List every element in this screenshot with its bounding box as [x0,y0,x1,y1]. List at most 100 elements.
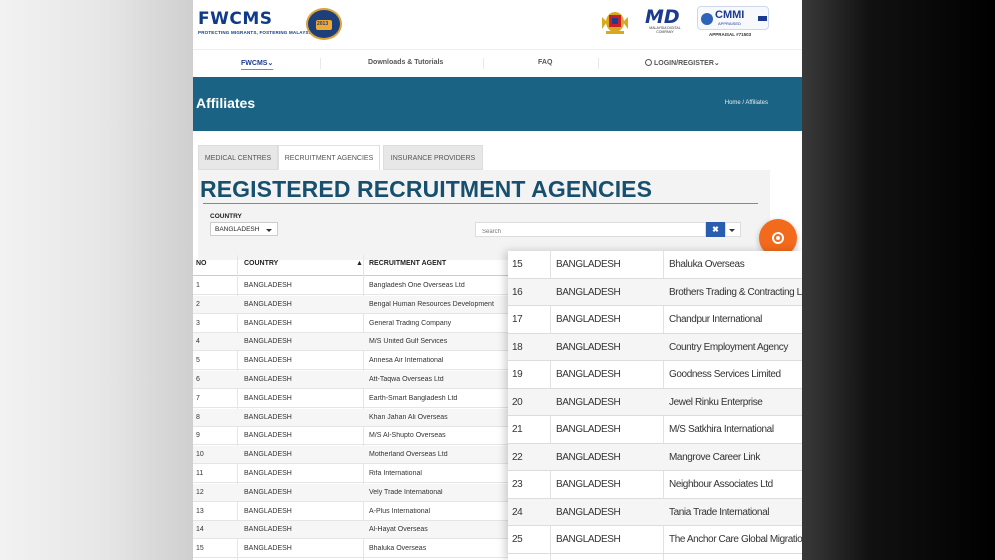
column-country[interactable]: COUNTRY [244,260,278,267]
nav-login-label: LOGIN/REGISTER [654,60,714,67]
breadcrumb[interactable]: Home / Affiliates [725,100,768,106]
headset-icon-dot [776,236,780,240]
malaysia-crest-icon [602,12,628,34]
table-row[interactable]: 17 BANGLADESH Chandpur International [508,306,802,334]
fwcms-logo[interactable]: FWCMS PROTECTING MIGRANTS, FOSTERING MAL… [198,9,314,35]
cell-agent: Mangrove Career Link [669,451,760,463]
clear-search-button[interactable]: ✖ [706,222,725,237]
zoomed-table-overlay: 15 BANGLADESH Bhaluka Overseas 16 BANGLADESH… [508,251,802,560]
sort-asc-icon[interactable]: ▲ [356,260,363,267]
badge-year: 2013 [317,21,329,27]
table-row[interactable]: 5 BANGLADESH Annesa Air International [193,352,513,371]
table-row[interactable]: 21 BANGLADESH M/S Satkhira International [508,416,802,444]
cell-country: BANGLADESH [244,545,292,553]
cell-no: 5 [196,357,200,365]
cell-agent: The Anchor Care Global Migration [669,534,802,545]
country-select[interactable]: BANGLADESH [210,222,278,236]
table-row[interactable]: 8 BANGLADESH Khan Jahan Ali Overseas [193,408,513,427]
cell-no: 9 [196,432,200,440]
table-row[interactable]: 18 BANGLADESH Country Employment Agency [508,333,802,361]
tab-insurance-providers[interactable]: INSURANCE PROVIDERS [383,145,483,170]
cell-agent: Neighbour Associates Ltd [669,479,773,490]
table-row[interactable]: 4 BANGLADESH M/S United Gulf Services [193,333,513,352]
logo-tagline: PROTECTING MIGRANTS, FOSTERING MALAYSIA [198,30,314,35]
table-row[interactable]: 15 BANGLADESH Bhaluka Overseas [508,251,802,279]
tab-medical-centres[interactable]: MEDICAL CENTRES [198,145,278,170]
table-row[interactable]: 10 BANGLADESH Motherland Overseas Ltd [193,446,513,465]
main-nav: FWCMS⌄ Downloads & Tutorials FAQ LOGIN/R… [193,49,802,77]
cell-no: 23 [512,479,523,490]
cell-country: BANGLADESH [244,432,292,440]
cell-country: BANGLADESH [556,259,621,270]
screen: FWCMS PROTECTING MIGRANTS, FOSTERING MAL… [0,0,995,560]
search-options-button[interactable] [725,222,741,237]
cell-country: BANGLADESH [244,357,292,365]
cell-no: 22 [512,451,523,463]
cell-agent: Motherland Overseas Ltd [369,451,448,459]
background-right [802,0,995,560]
cell-no: 11 [196,470,204,477]
cell-no: 1 [196,282,200,289]
table-row[interactable]: 3 BANGLADESH General Trading Company [193,315,513,333]
cell-no: 18 [512,341,523,353]
country-select-value: BANGLADESH [215,226,260,233]
nav-divider [483,58,484,69]
table-row[interactable]: 9 BANGLADESH M/S Al-Shupto Overseas [193,427,513,446]
cell-country: BANGLADESH [244,300,292,308]
cell-no: 15 [512,259,523,270]
cell-agent: Jewel Rinku Enterprise [669,396,763,408]
caret-down-icon [266,229,272,232]
site-header: FWCMS PROTECTING MIGRANTS, FOSTERING MAL… [193,0,802,48]
cell-agent: Bangladesh One Overseas Ltd [369,282,465,289]
table-row[interactable]: 7 BANGLADESH Earth-Smart Bangladesh Ltd [193,390,513,408]
table-row[interactable]: 15 BANGLADESH Bhaluka Overseas [193,540,513,559]
table-row[interactable]: 24 BANGLADESH Tania Trade International [508,498,802,526]
table-row[interactable]: 23 BANGLADESH Neighbour Associates Ltd [508,471,802,499]
user-icon [645,59,652,66]
nav-login-register[interactable]: LOGIN/REGISTER⌄ [645,59,720,67]
search-input[interactable] [475,222,706,237]
cell-agent: Country Employment Agency [669,341,788,353]
cell-agent: Chandpur International [669,314,762,325]
cell-country: BANGLADESH [244,394,292,402]
table-row[interactable]: 13 BANGLADESH A-Plus International [193,503,513,521]
nav-divider [598,58,599,69]
cell-agent: Vely Trade International [369,488,443,496]
cmmi-level-icon [758,16,767,21]
table-row[interactable]: 14 BANGLADESH Al-Hayat Overseas [193,521,513,540]
country-label: COUNTRY [210,213,242,220]
cell-no: 16 [512,286,523,298]
column-recruitment-agent[interactable]: RECRUITMENT AGENT [369,260,446,267]
nav-downloads[interactable]: Downloads & Tutorials [368,59,443,66]
cell-no: 21 [512,424,523,435]
table-row[interactable]: 1 BANGLADESH Bangladesh One Overseas Ltd [193,277,513,295]
nav-fwcms[interactable]: FWCMS⌄ [241,59,274,70]
tab-recruitment-agencies[interactable]: RECRUITMENT AGENCIES [278,145,380,170]
nav-faq[interactable]: FAQ [538,59,552,66]
table-row[interactable]: 19 BANGLADESH Goodness Services Limited [508,361,802,389]
table-row[interactable]: 12 BANGLADESH Vely Trade International [193,483,513,502]
cmmi-text: CMMI [715,9,745,21]
md-logo-sub: MALAYSIA DIGITAL COMPANY [649,26,681,34]
cell-agent: Rifa International [369,470,422,477]
service-badge-icon: 2013 [306,8,342,40]
cell-agent: Att-Taqwa Overseas Ltd [369,376,444,383]
table-row[interactable]: 25 BANGLADESH The Anchor Care Global Migra… [508,526,802,554]
cell-country: BANGLADESH [244,319,292,327]
table-row[interactable]: 20 BANGLADESH Jewel Rinku Enterprise [508,388,802,416]
column-no[interactable]: NO [196,260,207,267]
table-row[interactable]: 11 BANGLADESH Rifa International [193,465,513,483]
cell-country: BANGLADESH [556,286,621,298]
caret-down-icon [729,229,735,232]
cell-no: 15 [196,545,204,553]
cell-no: 13 [196,507,204,515]
table-row[interactable]: 2 BANGLADESH Bengal Human Resources Develo… [193,295,513,314]
table-row[interactable]: 16 BANGLADESH Brothers Trading & Contracti… [508,278,802,306]
cell-no: 2 [196,300,200,308]
cell-country: BANGLADESH [556,314,621,325]
cell-no: 19 [512,369,523,380]
table-row[interactable]: 6 BANGLADESH Att-Taqwa Overseas Ltd [193,371,513,389]
cell-agent: Bhaluka Overseas [369,545,427,553]
table-row[interactable]: 22 BANGLADESH Mangrove Career Link [508,443,802,471]
cell-country: BANGLADESH [556,424,621,435]
